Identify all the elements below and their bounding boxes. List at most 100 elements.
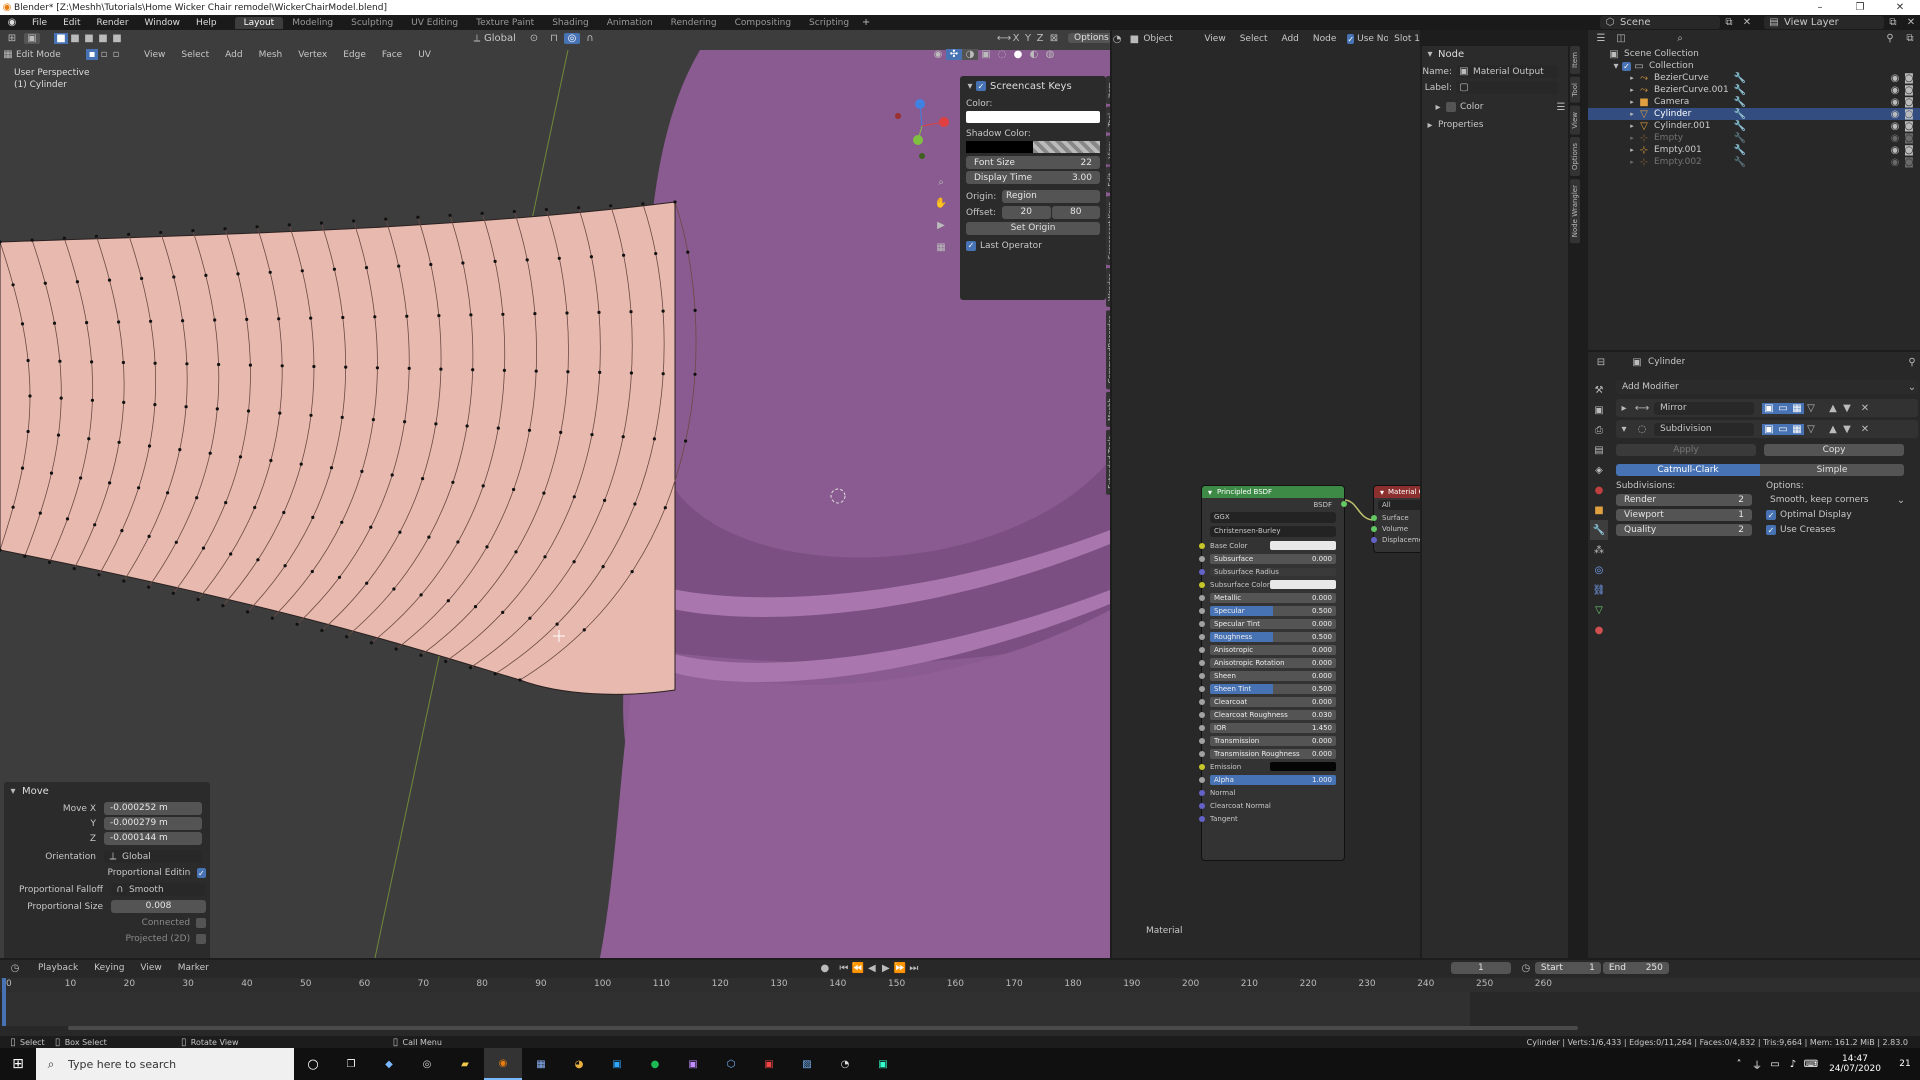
render-visibility-icon[interactable]: ◙ xyxy=(1902,145,1916,156)
sidebar-tab-edit[interactable]: Edit xyxy=(1106,167,1110,193)
menu-edit[interactable]: Edit xyxy=(55,18,88,28)
bsdf-input-emission[interactable]: Emission xyxy=(1199,760,1336,773)
new-view-layer-icon[interactable]: ⧉ xyxy=(1884,17,1902,28)
view-layer-tab-icon[interactable]: ▤ xyxy=(1590,440,1608,460)
input-socket[interactable] xyxy=(1199,816,1205,822)
render-levels-field[interactable]: Render 2 xyxy=(1616,494,1752,506)
simple-button[interactable]: Simple xyxy=(1760,464,1904,476)
input-socket[interactable] xyxy=(1199,543,1205,549)
taskbar-search-box[interactable]: ⌕ Type here to search xyxy=(36,1048,294,1080)
mirror-y-toggle[interactable]: Y xyxy=(1022,33,1034,44)
eye-icon[interactable]: ◉ xyxy=(1888,145,1902,156)
chrome-icon[interactable]: ◕ xyxy=(560,1059,598,1070)
shading-render-icon[interactable]: ◍ xyxy=(1042,49,1058,60)
timeline-menu-marker[interactable]: Marker xyxy=(170,963,217,973)
sidebar-tab-options[interactable]: Options xyxy=(1570,137,1580,177)
cortana-icon[interactable]: ○ xyxy=(294,1057,332,1072)
input-socket[interactable] xyxy=(1199,673,1205,679)
output-input-surface[interactable]: Surface xyxy=(1371,512,1420,523)
mirror-z-toggle[interactable]: Z xyxy=(1034,33,1046,44)
bsdf-input-subsurface-radius[interactable]: Subsurface Radius xyxy=(1199,565,1336,578)
move-x-field[interactable]: -0.000252 m xyxy=(104,802,202,815)
display-time-field[interactable]: Display Time 3.00 xyxy=(966,171,1100,184)
input-socket[interactable] xyxy=(1199,790,1205,796)
sidebar-tab-item[interactable]: Item xyxy=(1106,76,1110,104)
input-socket[interactable] xyxy=(1199,634,1205,640)
tab-compositing[interactable]: Compositing xyxy=(726,17,800,29)
proportional-edit-icon[interactable]: ◎ xyxy=(564,32,580,44)
shading-solid-icon[interactable]: ● xyxy=(1010,49,1026,60)
value-slider[interactable]: Anisotropic 0.000 xyxy=(1210,644,1336,655)
copy-button[interactable]: Copy xyxy=(1764,444,1904,456)
jump-start-icon[interactable]: ⏮ xyxy=(837,963,851,974)
outliner-item[interactable]: ▸ ⤳ BezierCurve.001 🔧 ◉ ◙ xyxy=(1588,84,1920,96)
material-output-node[interactable]: ▾ Material Ou All SurfaceVolumeDisplacem… xyxy=(1371,486,1420,552)
viewport-menu-mesh[interactable]: Mesh xyxy=(251,50,291,60)
expand-arrow-icon[interactable]: ▸ xyxy=(1628,86,1636,94)
outliner-type-icon[interactable]: ☰ xyxy=(1592,33,1610,44)
acrobat-icon[interactable]: ▣ xyxy=(750,1059,788,1070)
snap-icon[interactable]: ⊓ xyxy=(544,33,564,44)
tray-arrow-icon[interactable]: ˄ xyxy=(1730,1059,1748,1070)
outliner-item[interactable]: ▸ ▽ Cylinder 🔧 ◉ ◙ xyxy=(1588,108,1920,120)
value-slider[interactable]: IOR 1.450 xyxy=(1210,722,1336,733)
screencast-enable-checkbox[interactable]: ✓ xyxy=(976,81,986,91)
data-tab-icon[interactable]: ▽ xyxy=(1590,600,1608,620)
photoshop-icon[interactable]: ▣ xyxy=(598,1059,636,1070)
camera-view-icon[interactable]: ▶ xyxy=(932,214,950,236)
tab-sculpting[interactable]: Sculpting xyxy=(342,17,402,29)
collapse-arrow-icon[interactable]: ▾ xyxy=(1378,488,1386,497)
play-reverse-icon[interactable]: ◀ xyxy=(865,963,879,974)
select-mode-intersect-icon[interactable]: ■ xyxy=(110,33,124,44)
bsdf-input-anisotropic-rotation[interactable]: Anisotropic Rotation 0.000 xyxy=(1199,656,1336,669)
object-tab-icon[interactable]: ■ xyxy=(1590,500,1608,520)
input-socket[interactable] xyxy=(1199,647,1205,653)
meshh-app-icon[interactable]: ◆ xyxy=(370,1059,408,1070)
eye-icon[interactable]: ◉ xyxy=(1888,157,1902,168)
bsdf-input-transmission[interactable]: Transmission 0.000 xyxy=(1199,734,1336,747)
filter-icon[interactable]: ⚲ xyxy=(1880,33,1900,44)
outliner-item[interactable]: ▸ ■ Camera 🔧 ◉ ◙ xyxy=(1588,96,1920,108)
quality-field[interactable]: Quality 2 xyxy=(1616,524,1752,536)
remove-modifier-icon[interactable]: ✕ xyxy=(1858,424,1872,435)
mod-render-icon[interactable]: ▦ xyxy=(1790,402,1804,414)
record-icon[interactable]: ● xyxy=(817,963,833,974)
vertex-select-icon[interactable]: ▪ xyxy=(86,49,98,60)
timeline-type-icon[interactable]: ◷ xyxy=(6,963,24,974)
notification-center-button[interactable]: 21 xyxy=(1890,1059,1920,1069)
maximize-button[interactable]: ❐ xyxy=(1840,2,1880,13)
expand-arrow-icon[interactable]: ▸ xyxy=(1628,74,1636,82)
viewport-menu-face[interactable]: Face xyxy=(374,50,410,60)
timeline-menu-keying[interactable]: Keying xyxy=(86,963,132,973)
transform-orientation[interactable]: Global xyxy=(484,33,524,44)
sidebar-tab-screencast-keys[interactable]: Screencast Keys xyxy=(1106,195,1110,265)
sidebar-tab-tool[interactable]: Tool xyxy=(1106,106,1110,133)
output-input-displacement[interactable]: Displacement xyxy=(1371,534,1420,545)
value-slider[interactable]: Sheen Tint 0.500 xyxy=(1210,683,1336,694)
output-target-dropdown[interactable]: All xyxy=(1378,500,1420,510)
sketchup-icon[interactable]: ▣ xyxy=(864,1059,902,1070)
sidebar-tab-commandrecorder[interactable]: CommandRecorder xyxy=(1106,309,1110,390)
catmull-clark-button[interactable]: Catmull-Clark xyxy=(1616,464,1760,476)
particles-tab-icon[interactable]: ⁂ xyxy=(1590,540,1608,560)
shading-material-icon[interactable]: ◐ xyxy=(1026,49,1042,60)
bsdf-input-normal[interactable]: Normal xyxy=(1199,786,1336,799)
close-button[interactable]: ✕ xyxy=(1880,2,1920,13)
view-layer-selector[interactable]: ▤ View Layer xyxy=(1764,16,1884,29)
sidebar-tab-meshh[interactable]: Meshh xyxy=(1106,392,1110,428)
input-socket[interactable] xyxy=(1199,569,1205,575)
bsdf-input-subsurface-color[interactable]: Subsurface Color xyxy=(1199,578,1336,591)
expand-arrow-icon[interactable]: ▸ xyxy=(1628,134,1636,142)
timeline-menu-view[interactable]: View xyxy=(132,963,169,973)
bsdf-input-clearcoat[interactable]: Clearcoat 0.000 xyxy=(1199,695,1336,708)
render-visibility-icon[interactable]: ◙ xyxy=(1902,109,1916,120)
minimize-button[interactable]: – xyxy=(1800,2,1840,13)
input-socket[interactable] xyxy=(1199,803,1205,809)
color-swatch[interactable] xyxy=(1270,580,1336,589)
timeline[interactable]: ◷ Playback Keying View Marker ● ⏮ ⏪ ◀ ▶ ⏩ ⏭… xyxy=(0,960,1920,1036)
input-socket[interactable] xyxy=(1371,537,1377,543)
tab-animation[interactable]: Animation xyxy=(598,17,662,29)
expand-arrow-icon[interactable]: ▸ xyxy=(1434,102,1442,113)
collapse-arrow-icon[interactable]: ▾ xyxy=(1426,49,1434,60)
last-operator-checkbox[interactable]: ✓ xyxy=(966,240,976,251)
